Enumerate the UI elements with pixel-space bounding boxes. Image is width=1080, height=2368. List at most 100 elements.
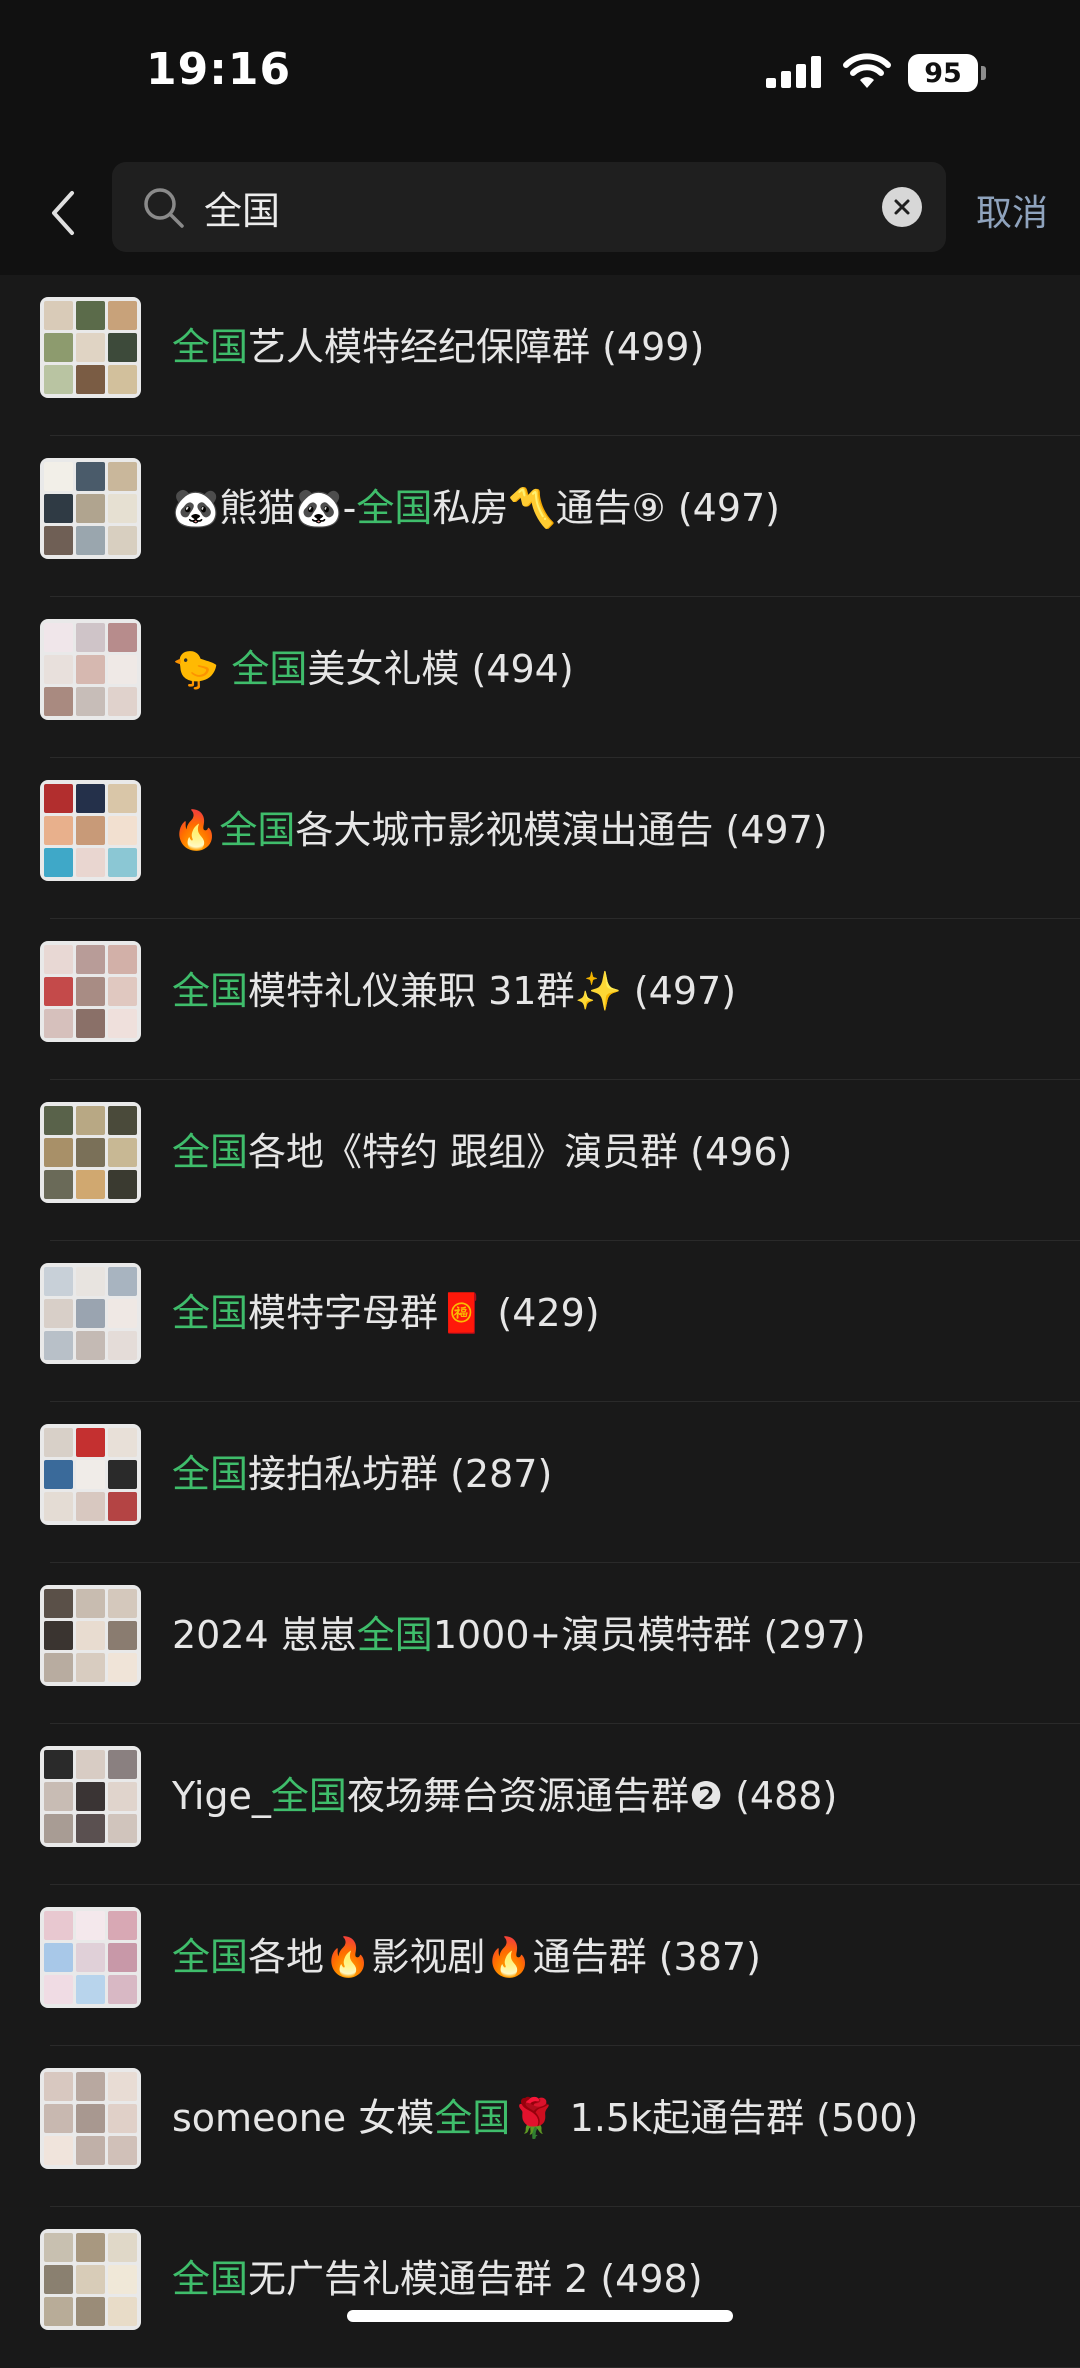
avatar-tile <box>76 1589 105 1618</box>
avatar-tile <box>44 1589 73 1618</box>
result-row[interactable]: 全国模特礼仪兼职 31群✨ (497) <box>0 919 1080 1080</box>
clear-search-button[interactable] <box>882 187 922 227</box>
group-name-pre: 2024 崽崽 <box>172 1613 357 1657</box>
result-row[interactable]: 全国无广告礼模通告群 2 (498) <box>0 2207 1080 2368</box>
avatar-tile <box>44 623 73 652</box>
group-name: 2024 崽崽全国1000+演员模特群 (297) <box>172 1609 866 1661</box>
avatar-tile <box>108 462 137 491</box>
avatar-tile <box>44 365 73 394</box>
result-row[interactable]: 全国模特字母群🧧 (429) <box>0 1241 1080 1402</box>
avatar-tile <box>108 977 137 1006</box>
result-row[interactable]: 2024 崽崽全国1000+演员模特群 (297) <box>0 1563 1080 1724</box>
avatar-tile <box>108 1299 137 1328</box>
avatar-tile <box>76 1943 105 1972</box>
group-name-post: 无广告礼模通告群 2 (498) <box>248 2257 703 2301</box>
result-row[interactable]: 🐼熊猫🐼-全国私房〽️通告⑨ (497) <box>0 436 1080 597</box>
avatar-tile <box>76 1460 105 1489</box>
group-name: 🔥全国各大城市影视模演出通告 (497) <box>172 804 828 856</box>
avatar-tile <box>108 301 137 330</box>
avatar-tile <box>108 1460 137 1489</box>
group-avatar <box>40 2229 141 2330</box>
avatar-tile <box>44 1943 73 1972</box>
result-row[interactable]: 🔥全国各大城市影视模演出通告 (497) <box>0 758 1080 919</box>
chevron-left-icon <box>52 191 74 235</box>
avatar-tile <box>108 1782 137 1811</box>
avatar-tile <box>44 1009 73 1038</box>
avatar-tile <box>108 2265 137 2294</box>
avatar-tile <box>108 1170 137 1199</box>
search-box[interactable] <box>112 162 946 252</box>
search-match-highlight: 全国 <box>356 1613 433 1657</box>
avatar-tile <box>44 816 73 845</box>
group-avatar <box>40 941 141 1042</box>
battery-level: 95 <box>924 57 962 89</box>
avatar-tile <box>76 848 105 877</box>
avatar-tile <box>76 2233 105 2262</box>
search-match-highlight: 全国 <box>172 1935 249 1979</box>
avatar-tile <box>108 2233 137 2262</box>
result-row[interactable]: 全国接拍私坊群 (287) <box>0 1402 1080 1563</box>
avatar-tile <box>108 816 137 845</box>
avatar-tile <box>44 333 73 362</box>
avatar-tile <box>44 2072 73 2101</box>
status-time: 19:16 <box>146 44 292 95</box>
avatar-tile <box>44 2233 73 2262</box>
avatar-tile <box>76 2265 105 2294</box>
group-name-post: 各地《特约 跟组》演员群 (496) <box>248 1130 793 1174</box>
avatar-tile <box>76 1621 105 1650</box>
avatar-tile <box>108 1138 137 1167</box>
avatar-tile <box>76 1009 105 1038</box>
avatar-tile <box>76 784 105 813</box>
avatar-tile <box>108 1589 137 1618</box>
avatar-tile <box>44 1138 73 1167</box>
result-row[interactable]: 全国各地🔥影视剧🔥通告群 (387) <box>0 1885 1080 2046</box>
avatar-tile <box>44 2297 73 2326</box>
result-row[interactable]: Yige_全国夜场舞台资源通告群❷ (488) <box>0 1724 1080 1885</box>
group-name-post: 夜场舞台资源通告群❷ (488) <box>346 1774 838 1818</box>
avatar-tile <box>108 2072 137 2101</box>
avatar-tile <box>108 1492 137 1521</box>
group-name: 全国各地🔥影视剧🔥通告群 (387) <box>172 1931 761 1983</box>
avatar-tile <box>44 687 73 716</box>
result-row[interactable]: someone 女模全国🌹 1.5k起通告群 (500) <box>0 2046 1080 2207</box>
avatar-tile <box>108 784 137 813</box>
result-row[interactable]: 🐤 全国美女礼模 (494) <box>0 597 1080 758</box>
avatar-tile <box>76 494 105 523</box>
avatar-tile <box>108 1428 137 1457</box>
group-name-post: 接拍私坊群 (287) <box>248 1452 553 1496</box>
group-name: 全国艺人模特经纪保障群 (499) <box>172 321 704 373</box>
close-icon <box>894 199 910 215</box>
search-icon <box>144 188 184 228</box>
back-button[interactable] <box>34 178 90 248</box>
result-row[interactable]: 全国各地《特约 跟组》演员群 (496) <box>0 1080 1080 1241</box>
status-bar: 19:16 95 <box>0 0 1080 150</box>
group-name-post: 1000+演员模特群 (297) <box>432 1613 866 1657</box>
group-name-pre: someone 女模 <box>172 2096 435 2140</box>
avatar-tile <box>108 2104 137 2133</box>
avatar-tile <box>76 1106 105 1135</box>
avatar-tile <box>76 2104 105 2133</box>
search-header: 取消 <box>0 150 1080 275</box>
avatar-tile <box>108 494 137 523</box>
search-input[interactable] <box>204 162 864 252</box>
avatar-tile <box>76 816 105 845</box>
group-avatar <box>40 297 141 398</box>
avatar-tile <box>76 1653 105 1682</box>
avatar-tile <box>76 1299 105 1328</box>
avatar-tile <box>108 655 137 684</box>
cancel-button[interactable]: 取消 <box>976 184 1048 236</box>
home-indicator <box>347 2310 733 2322</box>
avatar-tile <box>44 1975 73 2004</box>
result-row[interactable]: 全国艺人模特经纪保障群 (499) <box>0 275 1080 436</box>
avatar-tile <box>108 623 137 652</box>
group-name: 全国模特字母群🧧 (429) <box>172 1287 600 1339</box>
avatar-tile <box>76 945 105 974</box>
avatar-tile <box>44 945 73 974</box>
avatar-tile <box>76 655 105 684</box>
avatar-tile <box>44 655 73 684</box>
search-match-highlight: 全国 <box>356 486 433 530</box>
avatar-tile <box>108 1331 137 1360</box>
search-match-highlight: 全国 <box>231 647 308 691</box>
avatar-tile <box>108 1653 137 1682</box>
group-name: 全国接拍私坊群 (287) <box>172 1448 552 1500</box>
